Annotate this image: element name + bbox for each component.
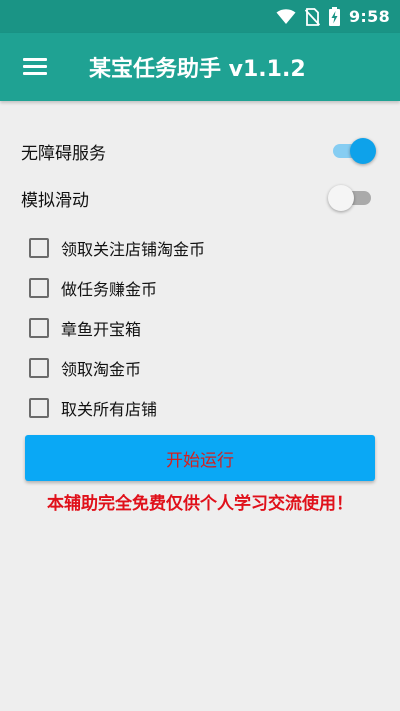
checkbox-item-do-tasks[interactable]: 做任务赚金币 [0, 272, 400, 304]
wifi-icon [276, 8, 296, 24]
no-sim-icon [305, 7, 320, 26]
status-bar: 9:58 [0, 0, 400, 33]
checkbox[interactable] [29, 318, 49, 338]
checkbox-label: 领取淘金币 [61, 360, 142, 379]
checkbox-item-claim-coins[interactable]: 领取淘金币 [0, 352, 400, 384]
checkbox-label: 章鱼开宝箱 [61, 320, 142, 339]
accessibility-service-switch[interactable] [328, 137, 376, 165]
app-title: 某宝任务助手 v1.1.2 [89, 57, 306, 82]
simulate-swipe-switch[interactable] [328, 184, 376, 212]
checkbox[interactable] [29, 278, 49, 298]
checkbox-label: 领取关注店铺淘金币 [61, 240, 206, 259]
checkbox-label: 做任务赚金币 [61, 280, 158, 299]
checkbox[interactable] [29, 398, 49, 418]
checkbox-label: 取关所有店铺 [61, 400, 158, 419]
accessibility-service-row[interactable]: 无障碍服务 [0, 131, 400, 171]
hamburger-menu-icon[interactable] [23, 58, 47, 76]
checkbox-item-follow-shop-coins[interactable]: 领取关注店铺淘金币 [0, 232, 400, 264]
checkbox[interactable] [29, 238, 49, 258]
checkbox[interactable] [29, 358, 49, 378]
checkbox-item-unfollow-shops[interactable]: 取关所有店铺 [0, 392, 400, 424]
checkbox-item-octopus-chest[interactable]: 章鱼开宝箱 [0, 312, 400, 344]
accessibility-service-label: 无障碍服务 [21, 143, 106, 164]
battery-charging-icon [329, 7, 340, 26]
simulate-swipe-label: 模拟滑动 [21, 190, 89, 211]
disclaimer-text: 本辅助完全免费仅供个人学习交流使用！ [47, 494, 353, 514]
status-clock: 9:58 [349, 7, 390, 26]
app-bar: 某宝任务助手 v1.1.2 [0, 33, 400, 101]
start-button[interactable]: 开始运行 [25, 435, 375, 481]
simulate-swipe-row[interactable]: 模拟滑动 [0, 178, 400, 218]
